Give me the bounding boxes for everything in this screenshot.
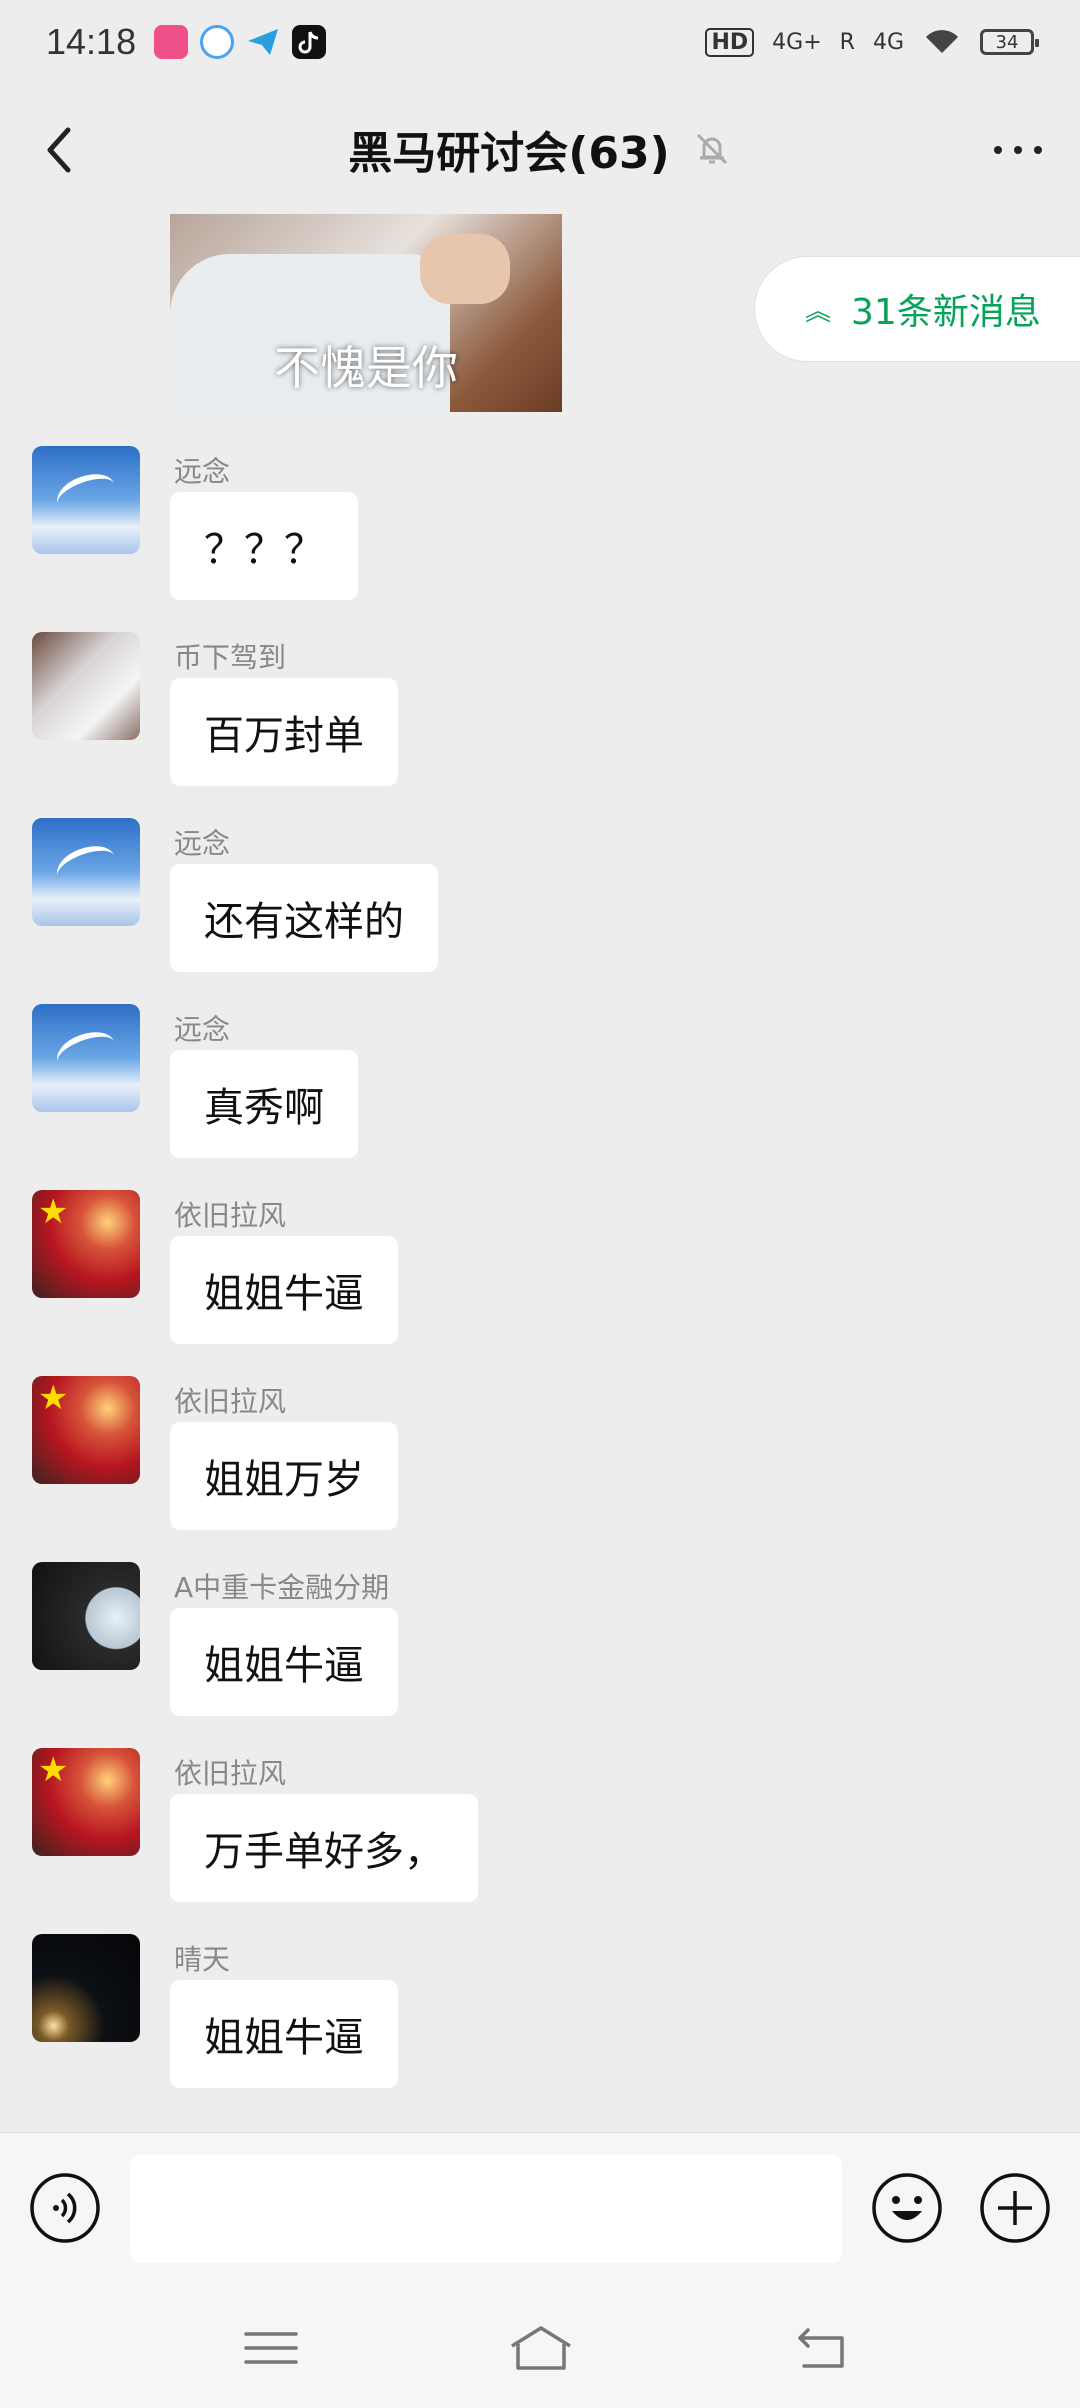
sticker-thumb [420,234,510,304]
message-bubble[interactable]: ？？？ [170,492,358,600]
voice-icon[interactable] [28,2171,102,2245]
page-title: 黑马研讨会(63) [348,128,670,179]
sender-name: 币下驾到 [174,641,287,674]
back-arrow-icon[interactable] [32,120,92,180]
message-row: 依旧拉风 姐姐万岁 [0,1376,1080,1562]
moon-avatar[interactable] [32,1562,140,1670]
sticker-image[interactable]: 不愧是你 [170,214,562,412]
message-bubble[interactable]: 姐姐牛逼 [170,1980,398,2088]
plus-icon[interactable] [978,2171,1052,2245]
bell-muted-icon [696,133,727,165]
sender-name: 远念 [174,827,231,860]
sender-name: 晴天 [174,1943,231,1976]
flag-avatar[interactable] [32,1190,140,1298]
status-indicators: HD 4G+ R 4G 34 [705,27,1039,57]
message-row: 币下驾到 百万封单 [0,632,1080,818]
message-row: 依旧拉风 姐姐牛逼 [0,1190,1080,1376]
message-bubble[interactable]: 真秀啊 [170,1050,358,1158]
more-dots-icon[interactable] [986,128,1050,172]
message-row: 远念 还有这样的 [0,818,1080,1004]
menu-icon[interactable] [236,2320,306,2376]
message-row: 远念 真秀啊 [0,1004,1080,1190]
hd-badge: HD [705,27,755,57]
status-bar: 14:18 HD 4G+ R 4G 34 [0,0,1080,84]
message-bubble[interactable]: 百万封单 [170,678,398,786]
night-avatar[interactable] [32,1934,140,2042]
sender-name: A中重卡金融分期 [174,1571,390,1604]
sticker-caption: 不愧是你 [274,341,458,395]
message-bubble[interactable]: 姐姐万岁 [170,1422,398,1530]
system-nav-bar [0,2288,1080,2408]
sender-name: 依旧拉风 [174,1757,287,1790]
soul-app-icon [154,25,189,59]
baidu-cloud-icon [200,25,235,59]
message-input[interactable] [130,2155,842,2263]
signal-label-1: 4G+ [772,29,822,55]
signal-label-2: 4G [872,29,904,55]
flag-avatar[interactable] [32,1748,140,1856]
message-row: A中重卡金融分期 姐姐牛逼 [0,1562,1080,1748]
chat-header: 黑马研讨会(63) [0,84,1080,214]
back-icon[interactable] [786,2320,856,2376]
message-bubble[interactable]: 姐姐牛逼 [170,1236,398,1344]
battery-level: 34 [995,31,1019,53]
girl-avatar[interactable] [32,632,140,740]
message-bubble[interactable]: 万手单好多， [170,1794,478,1902]
seagull-avatar[interactable] [32,818,140,926]
message-row: 远念 ？？？ [0,446,1080,632]
battery-icon: 34 [980,29,1039,55]
double-chevron-up-icon: ︽ [805,296,832,327]
sender-name: 远念 [174,1013,231,1046]
flag-avatar[interactable] [32,1376,140,1484]
roaming-label: R [839,29,855,55]
status-time: 14:18 [46,21,137,62]
composer-bar [0,2132,1080,2288]
message-row: 依旧拉风 万手单好多， [0,1748,1080,1934]
new-messages-label: 31条新消息 [851,292,1041,333]
seagull-avatar[interactable] [32,1004,140,1112]
seagull-avatar[interactable] [32,446,140,554]
message-row: 晴天 姐姐牛逼 [0,1934,1080,2120]
wifi-icon [926,30,958,53]
tiktok-icon [292,25,327,59]
new-messages-button[interactable]: ︽ 31条新消息 [754,256,1080,362]
telegram-icon [246,25,280,59]
sender-name: 依旧拉风 [174,1199,287,1232]
message-bubble[interactable]: 姐姐牛逼 [170,1608,398,1716]
emoji-icon[interactable] [870,2171,944,2245]
message-bubble[interactable]: 还有这样的 [170,864,438,972]
sender-name: 远念 [174,455,231,488]
home-icon[interactable] [506,2320,576,2376]
message-list[interactable]: 不愧是你 ︽ 31条新消息 远念 ？？？ 币下驾到 百万封单 远念 还有这样的 … [0,214,1080,2132]
sender-name: 依旧拉风 [174,1385,287,1418]
